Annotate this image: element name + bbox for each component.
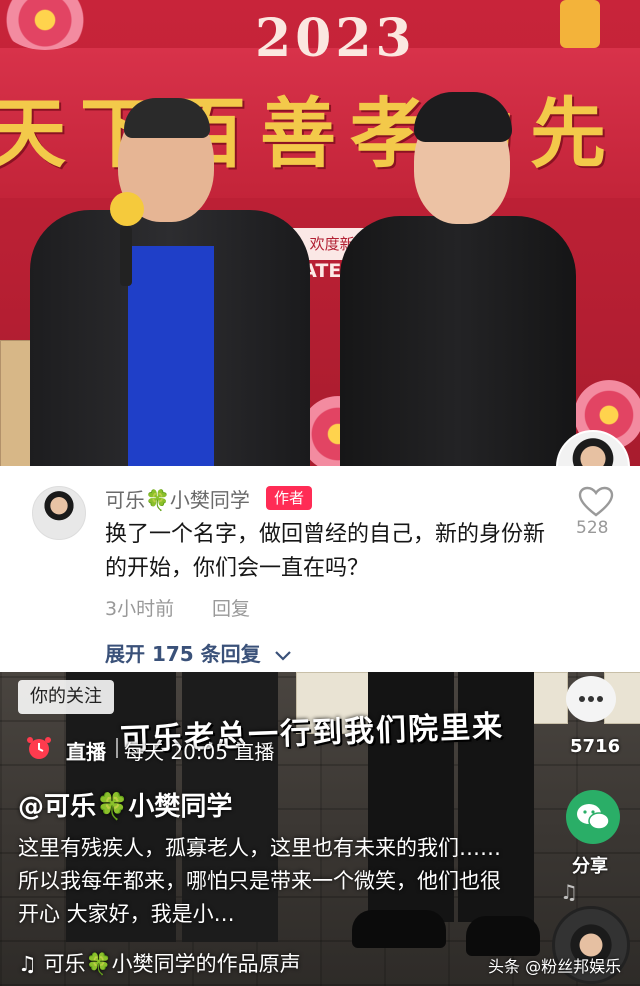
microphone-handle (120, 226, 132, 286)
commenter-name-prefix: 可乐 (105, 488, 145, 512)
hair (124, 98, 210, 138)
microphone-icon (110, 192, 144, 226)
commenter-name-suffix: 小樊同学 (169, 488, 250, 512)
live-separator (116, 738, 118, 758)
commenter-avatar[interactable] (32, 486, 86, 540)
live-label[interactable]: 直播 (66, 736, 106, 765)
music-prefix: 可乐 (43, 952, 86, 976)
music-suffix: 小樊同学的作品原声 (111, 952, 301, 976)
black-suit (340, 216, 576, 466)
comment-time: 3小时前 (105, 598, 175, 620)
lantern-decoration (560, 0, 600, 48)
bottom-video-frame[interactable]: 你的关注 可乐老总一行到我们院里来 直播 每天 20:05 直播 @可乐🍀小樊同… (0, 672, 640, 986)
music-note-icon: ♫ (18, 952, 37, 976)
music-info[interactable]: ♫ 可乐🍀小樊同学的作品原声 (18, 948, 301, 978)
video-description[interactable]: 这里有残疾人，孤寡老人，这里也有未来的我们……所以我每年都来，哪怕只是带来一个微… (18, 832, 518, 931)
banner-slogan: 天下百善孝为先 (0, 89, 620, 178)
comment-count: 5716 (570, 736, 621, 757)
expand-replies-label: 展开 175 条回复 (105, 642, 261, 666)
pinned-comment-card: 可乐🍀小樊同学 作者 换了一个名字，做回曾经的自己，新的身份新的开始，你们会一直… (0, 466, 640, 672)
blue-shirt (128, 246, 214, 466)
commenter-name[interactable]: 可乐🍀小樊同学 (105, 484, 250, 513)
share-label: 分享 (572, 856, 608, 877)
comment-text: 换了一个名字，做回曾经的自己，新的身份新的开始，你们会一直在吗？ (105, 522, 546, 581)
wechat-share-icon[interactable] (566, 790, 620, 844)
heart-icon[interactable] (578, 486, 614, 518)
watermark: 头条 @粉丝邦娱乐 (488, 957, 622, 976)
like-count: 528 (576, 518, 609, 538)
comment-bubble-icon[interactable] (566, 676, 616, 722)
clover-icon: 🍀 (85, 952, 112, 976)
floating-note-icon: ♫ (560, 880, 578, 904)
chevron-down-icon (274, 650, 291, 661)
clover-icon: 🍀 (96, 792, 129, 822)
live-schedule: 每天 20:05 直播 (124, 740, 275, 764)
alarm-clock-icon (27, 737, 51, 759)
flower-decoration (0, 0, 90, 50)
author-badge: 作者 (266, 486, 313, 510)
handle-suffix: 小樊同学 (128, 792, 233, 822)
banner-year: 2023 (255, 8, 416, 69)
handle-prefix: @可乐 (18, 792, 97, 822)
hair (414, 92, 512, 142)
clover-icon: 🍀 (145, 488, 170, 512)
following-tag: 你的关注 (18, 680, 114, 714)
reply-button[interactable]: 回复 (212, 594, 250, 621)
top-video-frame[interactable]: 2023 天下百善孝为先 欢度新春 喜迎 PATE THE (0, 0, 640, 466)
expand-replies-button[interactable]: 展开 175 条回复 (105, 638, 292, 667)
video-author-handle[interactable]: @可乐🍀小樊同学 (18, 786, 232, 823)
